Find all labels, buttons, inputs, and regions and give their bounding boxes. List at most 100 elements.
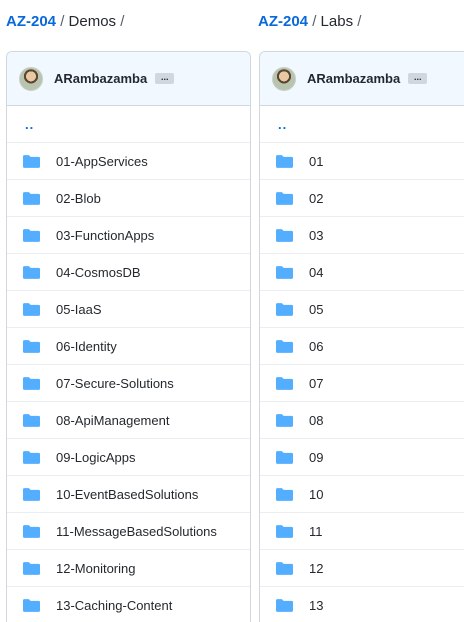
folder-icon [276,302,293,316]
commit-author[interactable]: ARambazamba [54,71,147,86]
folder-row[interactable]: 01-AppServices [7,143,250,180]
file-list: ARambazamba ... .. 01 02 03 04 05 06 07 08 09 10 1… [259,51,464,622]
folder-name-link[interactable]: 12 [309,561,323,576]
commit-header: ARambazamba ... [260,52,464,106]
folder-icon [276,487,293,501]
folder-name-link[interactable]: 09-LogicApps [56,450,136,465]
folder-row[interactable]: 11-MessageBasedSolutions [7,513,250,550]
folder-row[interactable]: 02 [260,180,464,217]
folder-row[interactable]: 10-EventBasedSolutions [7,476,250,513]
folder-icon [276,598,293,612]
folder-row[interactable]: 12-Monitoring [7,550,250,587]
commit-header: ARambazamba ... [7,52,250,106]
folder-icon [23,265,40,279]
breadcrumb-current-dir: Labs [320,13,354,30]
labs-pane: AZ-204 / Labs / ARambazamba ... .. 01 02 0… [252,0,464,622]
demos-pane: AZ-204 / Demos / ARambazamba ... .. 01-A… [0,0,258,622]
folder-name-link[interactable]: 04-CosmosDB [56,265,141,280]
folder-row[interactable]: 13 [260,587,464,622]
folder-row[interactable]: 06 [260,328,464,365]
breadcrumb-separator: / [308,13,321,30]
folder-icon [276,339,293,353]
parent-directory-link[interactable]: .. [260,106,464,143]
folder-icon [23,487,40,501]
folder-name-link[interactable]: 08-ApiManagement [56,413,169,428]
folder-name-link[interactable]: 09 [309,450,323,465]
folder-icon [276,228,293,242]
folder-name-link[interactable]: 13-Caching-Content [56,598,172,613]
folder-icon [23,524,40,538]
commit-message-expand-button[interactable]: ... [155,73,175,84]
folder-icon [276,524,293,538]
breadcrumb-repo-link[interactable]: AZ-204 [6,13,56,30]
folder-icon [276,376,293,390]
folder-row[interactable]: 10 [260,476,464,513]
folder-row[interactable]: 05-IaaS [7,291,250,328]
folder-row[interactable]: 07-Secure-Solutions [7,365,250,402]
commit-author[interactable]: ARambazamba [307,71,400,86]
folder-name-link[interactable]: 02-Blob [56,191,101,206]
folder-icon [23,598,40,612]
folder-row[interactable]: 01 [260,143,464,180]
folder-name-link[interactable]: 01-AppServices [56,154,148,169]
folder-name-link[interactable]: 07-Secure-Solutions [56,376,174,391]
folder-name-link[interactable]: 10-EventBasedSolutions [56,487,198,502]
folder-row[interactable]: 06-Identity [7,328,250,365]
folder-icon [23,154,40,168]
folder-row[interactable]: 08 [260,402,464,439]
commit-message-expand-button[interactable]: ... [408,73,428,84]
folder-row[interactable]: 03 [260,217,464,254]
breadcrumb: AZ-204 / Labs / [258,12,361,32]
folder-row[interactable]: 07 [260,365,464,402]
folder-name-link[interactable]: 08 [309,413,323,428]
parent-directory-link[interactable]: .. [7,106,250,143]
folder-row[interactable]: 11 [260,513,464,550]
folder-row[interactable]: 03-FunctionApps [7,217,250,254]
folder-name-link[interactable]: 02 [309,191,323,206]
folder-icon [23,561,40,575]
folder-name-link[interactable]: 05 [309,302,323,317]
folder-name-link[interactable]: 03 [309,228,323,243]
folder-icon [23,450,40,464]
folder-name-link[interactable]: 11-MessageBasedSolutions [56,524,217,539]
folder-icon [276,561,293,575]
folder-row[interactable]: 13-Caching-Content [7,587,250,622]
folder-icon [23,191,40,205]
folder-row[interactable]: 09 [260,439,464,476]
folder-name-link[interactable]: 11 [309,524,323,539]
folder-row[interactable]: 08-ApiManagement [7,402,250,439]
folder-icon [276,413,293,427]
avatar[interactable] [272,66,296,91]
breadcrumb-separator: / [116,13,125,30]
folder-name-link[interactable]: 06-Identity [56,339,117,354]
folder-row[interactable]: 05 [260,291,464,328]
breadcrumb: AZ-204 / Demos / [6,12,124,32]
folder-name-link[interactable]: 04 [309,265,323,280]
folder-name-link[interactable]: 12-Monitoring [56,561,136,576]
folder-name-link[interactable]: 13 [309,598,323,613]
folder-row[interactable]: 04-CosmosDB [7,254,250,291]
folder-row[interactable]: 04 [260,254,464,291]
folder-icon [23,302,40,316]
breadcrumb-separator: / [56,13,69,30]
folder-icon [276,154,293,168]
folder-row[interactable]: 02-Blob [7,180,250,217]
file-list: ARambazamba ... .. 01-AppServices 02-Blob… [6,51,251,622]
folder-row[interactable]: 09-LogicApps [7,439,250,476]
folder-row[interactable]: 12 [260,550,464,587]
folder-icon [23,376,40,390]
folder-name-link[interactable]: 03-FunctionApps [56,228,154,243]
folder-icon [23,339,40,353]
folder-name-link[interactable]: 01 [309,154,323,169]
folder-icon [276,191,293,205]
breadcrumb-repo-link[interactable]: AZ-204 [258,13,308,30]
folder-name-link[interactable]: 07 [309,376,323,391]
breadcrumb-current-dir: Demos [68,13,117,30]
folder-name-link[interactable]: 06 [309,339,323,354]
folder-icon [276,450,293,464]
folder-icon [23,413,40,427]
avatar[interactable] [19,66,43,91]
folder-icon [23,228,40,242]
folder-name-link[interactable]: 05-IaaS [56,302,102,317]
folder-name-link[interactable]: 10 [309,487,323,502]
